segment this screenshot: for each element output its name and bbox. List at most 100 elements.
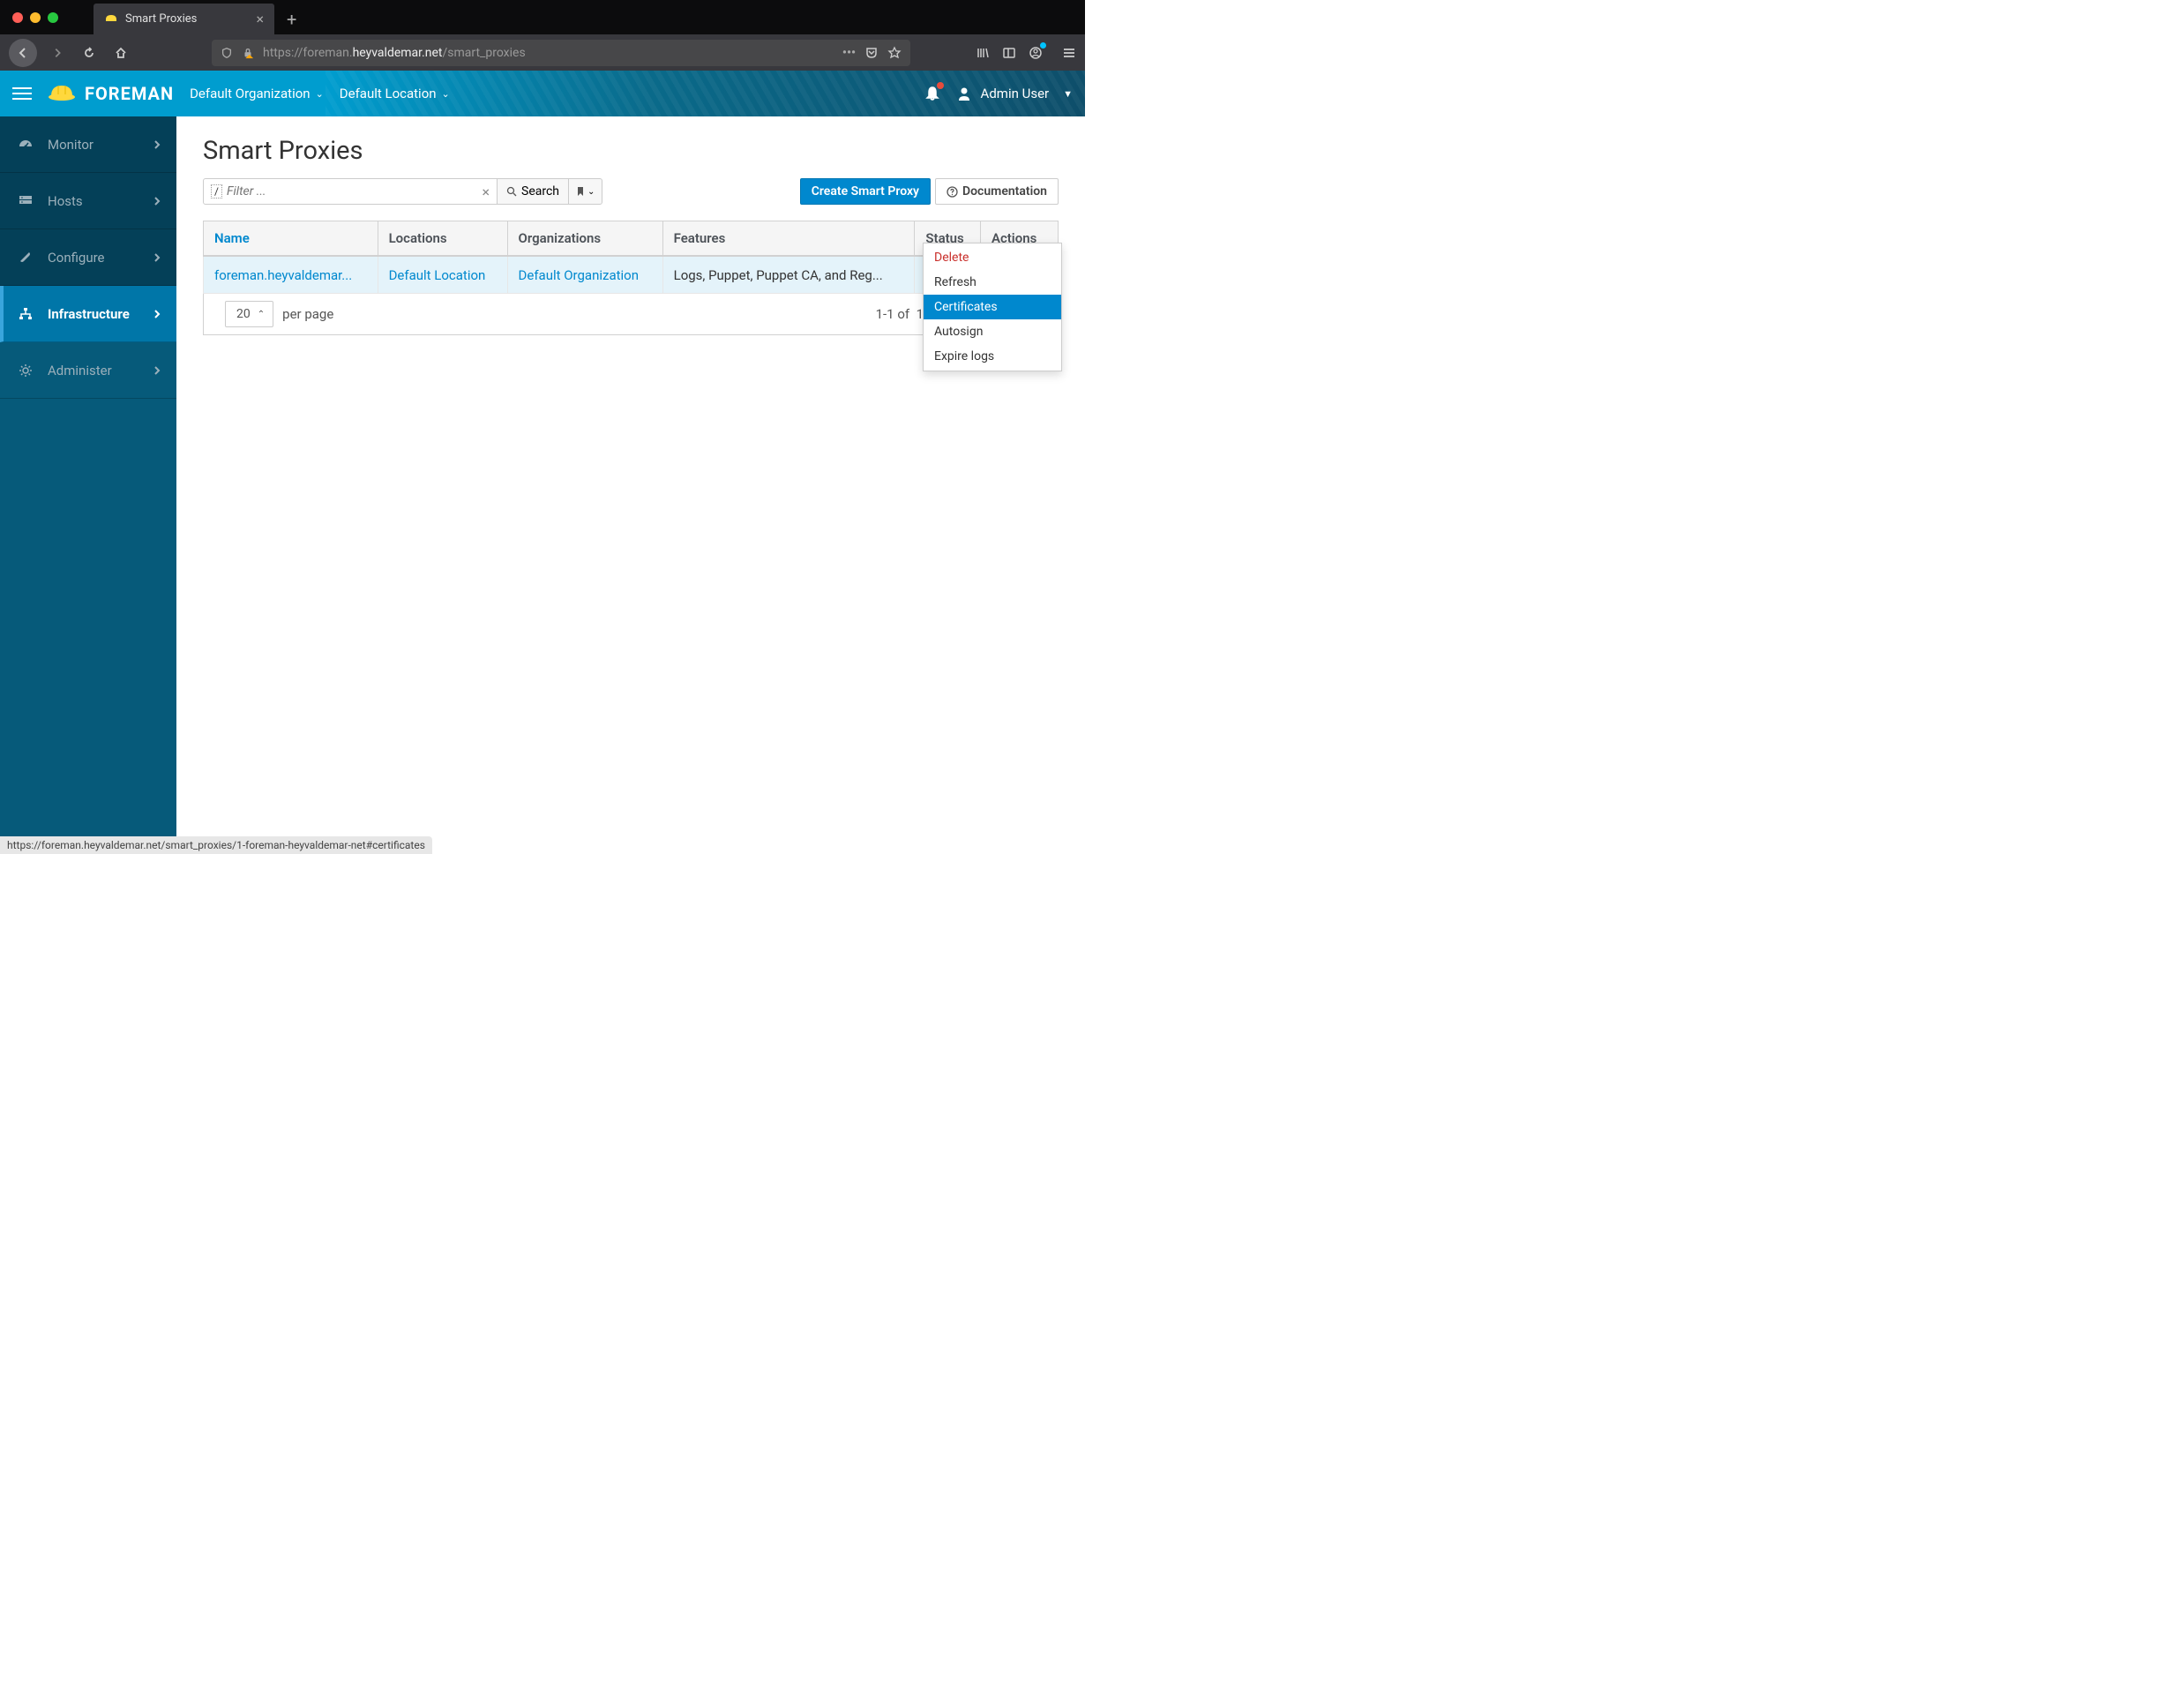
sidebar-item-label: Infrastructure (48, 306, 130, 322)
forward-button[interactable] (46, 41, 69, 64)
sidebar-item-label: Monitor (48, 137, 94, 153)
menu-item-certificates[interactable]: Certificates (924, 295, 1061, 319)
menu-item-expire-logs[interactable]: Expire logs (924, 344, 1061, 369)
pocket-icon[interactable] (864, 46, 879, 60)
main-area: Monitor Hosts Configure Infrastructure A… (0, 116, 1085, 854)
home-button[interactable] (109, 41, 132, 64)
bookmark-button[interactable]: ⌄ (568, 178, 602, 205)
sidebar-item-hosts[interactable]: Hosts (0, 173, 176, 229)
page-info: 1-1 of 1 (876, 306, 924, 322)
url-bar[interactable]: https://foreman.heyvaldemar.net/smart_pr… (212, 40, 910, 66)
shield-icon (221, 47, 233, 59)
browser-titlebar: Smart Proxies × + (0, 0, 1085, 34)
browser-status-bar: https://foreman.heyvaldemar.net/smart_pr… (0, 836, 432, 854)
gear-icon (16, 363, 35, 378)
maximize-window-button[interactable] (48, 12, 58, 23)
filter-input-wrapper[interactable]: / × (203, 178, 498, 205)
search-button[interactable]: Search (497, 178, 569, 205)
help-icon (947, 186, 958, 198)
hardhat-icon (48, 82, 76, 105)
sidebar-item-label: Configure (48, 250, 105, 266)
sidebar-icon[interactable] (1002, 46, 1016, 60)
browser-menu-button[interactable] (1062, 46, 1076, 60)
menu-item-autosign[interactable]: Autosign (924, 319, 1061, 344)
back-button[interactable] (9, 39, 37, 67)
foreman-header: FOREMAN Default Organization ⌄ Default L… (0, 71, 1085, 116)
column-header-organizations[interactable]: Organizations (507, 221, 662, 257)
caret-down-icon: ▼ (1063, 88, 1073, 100)
org-selector[interactable]: Default Organization ⌄ (190, 86, 324, 101)
dashboard-icon (16, 137, 35, 153)
column-header-locations[interactable]: Locations (378, 221, 507, 257)
content-area: Smart Proxies / × Search ⌄ Create Smart (176, 116, 1085, 854)
url-text: https://foreman.heyvaldemar.net/smart_pr… (263, 46, 526, 60)
more-icon[interactable]: ••• (842, 46, 856, 60)
actions-dropdown-menu: Delete Refresh Certificates Autosign Exp… (923, 243, 1062, 371)
browser-toolbar: https://foreman.heyvaldemar.net/smart_pr… (0, 34, 1085, 71)
chevron-down-icon: ⌄ (316, 88, 324, 100)
sidebar-item-monitor[interactable]: Monitor (0, 116, 176, 173)
minimize-window-button[interactable] (30, 12, 41, 23)
lock-warning-icon (242, 47, 254, 59)
clear-filter-button[interactable]: × (482, 184, 490, 200)
sidebar-item-label: Administer (48, 363, 112, 378)
foreman-favicon (104, 12, 118, 26)
filter-prefix-badge: / (211, 184, 222, 199)
chevron-right-icon (153, 252, 161, 263)
url-actions: ••• (842, 46, 902, 60)
sidebar-item-administer[interactable]: Administer (0, 342, 176, 399)
bookmark-icon (576, 186, 585, 197)
sidebar-item-label: Hosts (48, 193, 83, 209)
sidebar-item-configure[interactable]: Configure (0, 229, 176, 286)
search-toolbar: / × Search ⌄ Create Smart Proxy Document… (203, 178, 1059, 205)
wrench-icon (16, 250, 35, 266)
server-icon (16, 193, 35, 209)
sidebar-toggle-button[interactable] (12, 87, 32, 100)
foreman-logo[interactable]: FOREMAN (48, 82, 174, 105)
chevron-down-icon: ⌄ (587, 187, 595, 197)
proxy-name-link[interactable]: foreman.heyvaldemar... (214, 267, 352, 283)
sidebar-item-infrastructure[interactable]: Infrastructure (0, 286, 176, 342)
user-name: Admin User (981, 86, 1050, 101)
page-title: Smart Proxies (203, 136, 1059, 166)
proxy-org-link[interactable]: Default Organization (519, 267, 640, 283)
notification-badge (937, 82, 944, 89)
proxy-location-link[interactable]: Default Location (389, 267, 486, 283)
per-page-select[interactable]: 20 ⌃ (225, 301, 273, 327)
reload-button[interactable] (78, 41, 101, 64)
proxy-features: Logs, Puppet, Puppet CA, and Reg... (662, 256, 915, 294)
browser-tab-bar: Smart Proxies × + (94, 0, 296, 34)
per-page-label: per page (282, 306, 333, 322)
sidebar: Monitor Hosts Configure Infrastructure A… (0, 116, 176, 854)
documentation-button[interactable]: Documentation (935, 178, 1059, 205)
menu-item-refresh[interactable]: Refresh (924, 270, 1061, 295)
star-icon[interactable] (887, 46, 902, 60)
user-menu[interactable]: Admin User ▼ (956, 86, 1073, 101)
browser-tab[interactable]: Smart Proxies × (94, 4, 274, 34)
window-controls (12, 12, 58, 23)
library-icon[interactable] (976, 46, 990, 60)
brand-text: FOREMAN (85, 83, 174, 104)
chevron-down-icon: ⌄ (442, 88, 450, 100)
new-tab-button[interactable]: + (287, 4, 296, 34)
chevron-right-icon (153, 365, 161, 376)
menu-item-delete[interactable]: Delete (924, 245, 1061, 270)
column-header-features[interactable]: Features (662, 221, 915, 257)
close-tab-button[interactable]: × (256, 11, 264, 27)
notifications-button[interactable] (924, 86, 940, 101)
profile-icon[interactable] (1029, 46, 1043, 60)
tab-title: Smart Proxies (125, 12, 197, 26)
network-icon (16, 306, 35, 322)
create-smart-proxy-button[interactable]: Create Smart Proxy (800, 178, 931, 205)
location-selector[interactable]: Default Location ⌄ (340, 86, 450, 101)
chevron-right-icon (153, 309, 161, 319)
column-header-name[interactable]: Name (204, 221, 378, 257)
user-icon (956, 86, 972, 101)
filter-input[interactable] (227, 184, 483, 199)
search-icon (506, 186, 517, 197)
chevron-right-icon (153, 196, 161, 206)
chevron-up-icon: ⌃ (258, 310, 265, 319)
close-window-button[interactable] (12, 12, 23, 23)
browser-toolbar-icons (976, 46, 1076, 60)
chevron-right-icon (153, 139, 161, 150)
